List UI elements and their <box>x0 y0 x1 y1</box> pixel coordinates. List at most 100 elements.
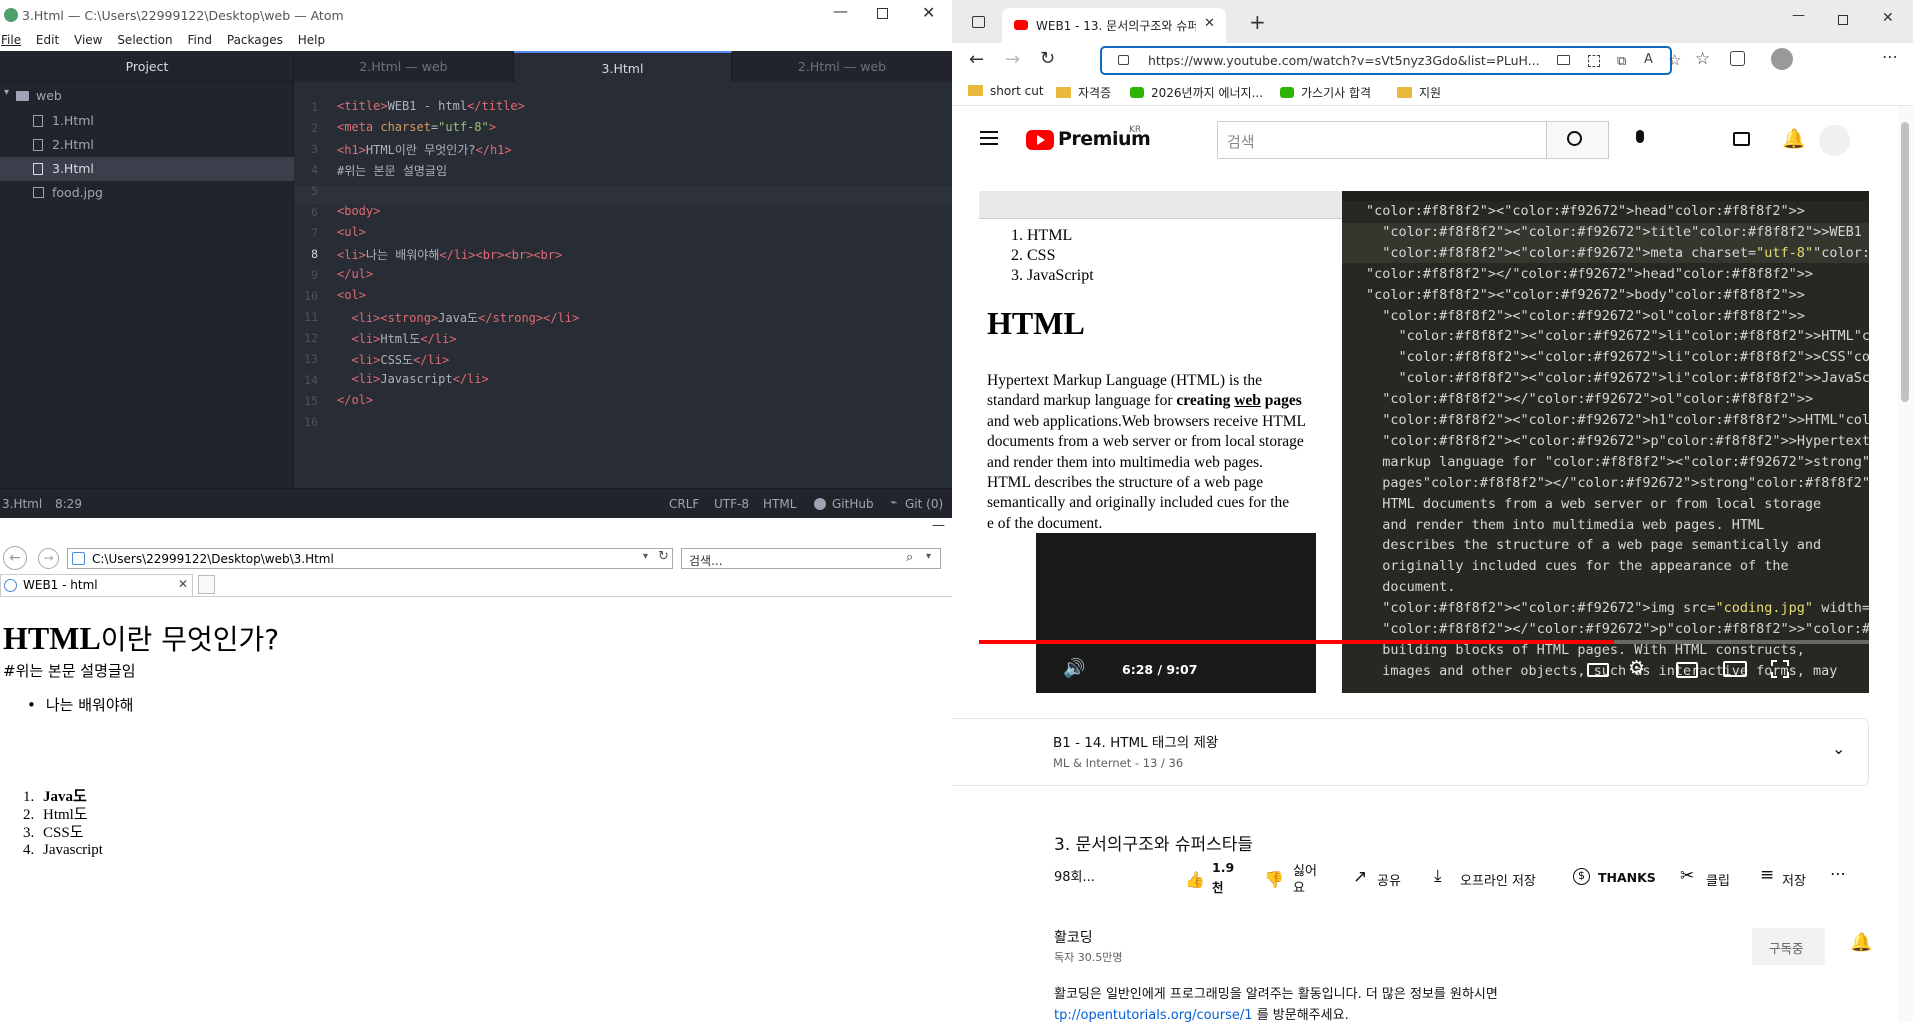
menu-selection[interactable]: Selection <box>117 33 172 47</box>
subtitles-icon[interactable] <box>1587 663 1609 677</box>
tab-close-icon[interactable]: ✕ <box>178 577 188 591</box>
fullscreen-icon[interactable] <box>1771 660 1789 678</box>
tree-item-2html[interactable]: 2.Html <box>0 133 294 157</box>
status-line-ending[interactable]: CRLF <box>669 497 699 511</box>
clip-scissors-icon[interactable]: ✂ <box>1680 866 1694 886</box>
thanks-button[interactable]: THANKS <box>1598 870 1656 885</box>
tab-2html[interactable]: 2.Html — web <box>294 51 514 82</box>
back-arrow-icon[interactable]: ← <box>3 546 27 570</box>
back-arrow-icon[interactable]: ← <box>969 49 984 70</box>
playlist-card[interactable]: B1 - 14. HTML 태그의 제왕 ML & Internet - 13 … <box>952 718 1869 786</box>
scrollbar-thumb[interactable] <box>1901 122 1909 402</box>
dislike-thumb-icon[interactable]: 👎 <box>1264 870 1284 889</box>
create-video-icon[interactable] <box>1733 132 1750 146</box>
miniplayer-icon[interactable] <box>1676 662 1698 678</box>
bookmark-support[interactable]: 지원 <box>1397 84 1441 101</box>
refresh-icon[interactable]: ↻ <box>1040 48 1055 69</box>
save-button[interactable]: 저장 <box>1782 870 1806 889</box>
favorites-icon[interactable]: ☆ <box>1695 49 1710 69</box>
subscribed-button[interactable]: 구독중 <box>1752 928 1825 965</box>
status-file-name[interactable]: 3.Html <box>2 497 42 511</box>
page-scrollbar[interactable] <box>1898 106 1913 1022</box>
close-button[interactable]: ✕ <box>1882 10 1894 26</box>
maximize-button[interactable] <box>877 8 888 19</box>
share-arrow-icon[interactable]: ↗ <box>1353 867 1367 887</box>
save-playlist-icon[interactable]: ≡ <box>1760 865 1774 885</box>
profile-avatar[interactable] <box>1771 48 1793 70</box>
video-progress-track[interactable] <box>979 640 1869 644</box>
tree-item-foodjpg[interactable]: food.jpg <box>0 181 294 205</box>
clip-button[interactable]: 클립 <box>1706 870 1730 889</box>
minimize-button[interactable]: — <box>1792 8 1805 23</box>
menu-edit[interactable]: Edit <box>36 33 59 47</box>
minimize-button[interactable]: — <box>932 518 945 533</box>
tab-youtube-active[interactable]: WEB1 - 13. 문서의구조와 슈퍼스 ✕ <box>1002 8 1226 43</box>
maximize-button[interactable] <box>1838 15 1848 25</box>
tab-web1-html[interactable]: WEB1 - html ✕ <box>0 574 193 596</box>
notifications-bell-icon[interactable]: 🔔 <box>1782 127 1806 150</box>
tab-actions-icon[interactable] <box>972 16 985 28</box>
cast-icon[interactable] <box>1557 55 1570 65</box>
address-bar[interactable]: C:\Users\22999122\Desktop\web\3.Html ▾ ↻ <box>67 548 673 569</box>
thanks-dollar-icon[interactable]: $ <box>1573 868 1590 885</box>
tree-root-folder[interactable]: ▾ web <box>0 85 294 107</box>
status-cursor-position[interactable]: 8:29 <box>55 497 82 511</box>
forward-arrow-icon[interactable]: → <box>1005 49 1020 70</box>
like-thumb-icon[interactable]: 👍 <box>1185 870 1205 889</box>
download-icon[interactable]: ⤓ <box>1434 866 1442 886</box>
favorite-star-icon[interactable]: ☆ <box>1668 51 1681 69</box>
close-button[interactable]: ✕ <box>922 3 935 22</box>
bookmark-short-cut[interactable]: short cut <box>968 84 1044 98</box>
menu-help[interactable]: Help <box>298 33 325 47</box>
chevron-down-icon[interactable]: ⌄ <box>1832 739 1845 758</box>
microphone-icon[interactable] <box>1627 127 1653 153</box>
collections-icon[interactable] <box>1730 51 1745 66</box>
tree-item-3html[interactable]: 3.Html <box>0 157 294 181</box>
menu-packages[interactable]: Packages <box>227 33 283 47</box>
tree-item-1html[interactable]: 1.Html <box>0 109 294 133</box>
bookmark-gas[interactable]: 가스기사 합격 <box>1280 84 1371 101</box>
tab-3html-active[interactable]: 3.Html <box>514 51 732 82</box>
offline-save-button[interactable]: 오프라인 저장 <box>1460 870 1536 889</box>
search-box[interactable]: 검색... ⌕ ▾ <box>681 548 941 569</box>
status-grammar[interactable]: HTML <box>763 497 796 511</box>
dropdown-icon[interactable]: ▾ <box>643 551 648 562</box>
channel-name[interactable]: 활코딩 <box>1054 927 1093 947</box>
description-link[interactable]: tp://opentutorials.org/course/1 <box>1054 1008 1253 1023</box>
youtube-search-input[interactable]: 검색 <box>1217 121 1547 159</box>
youtube-search-button[interactable] <box>1547 121 1609 159</box>
status-git[interactable]: Git (0) <box>905 497 943 511</box>
app-icon[interactable]: ⧉ <box>1617 54 1626 69</box>
new-tab-button[interactable] <box>198 575 215 594</box>
menu-view[interactable]: View <box>74 33 102 47</box>
dropdown-icon[interactable]: ▾ <box>926 551 931 562</box>
tab-close-icon[interactable]: ✕ <box>1204 16 1215 31</box>
share-button[interactable]: 공유 <box>1377 870 1401 889</box>
status-github[interactable]: GitHub <box>832 497 874 511</box>
tab-2html-second[interactable]: 2.Html — web <box>732 51 952 82</box>
volume-icon[interactable]: 🔊 <box>1063 658 1085 679</box>
menu-file[interactable]: File <box>1 33 21 47</box>
account-avatar[interactable] <box>1819 125 1850 156</box>
grid-icon[interactable] <box>1588 55 1600 67</box>
status-encoding[interactable]: UTF-8 <box>714 497 749 511</box>
video-player[interactable]: 1. HTML 2. CSS 3. JavaScript HTML Hypert… <box>979 191 1869 693</box>
refresh-icon[interactable]: ↻ <box>658 549 669 564</box>
forward-arrow-icon[interactable]: → <box>38 548 59 569</box>
notification-bell-icon[interactable]: 🔔 <box>1850 932 1872 953</box>
bookmark-certificate[interactable]: 자격증 <box>1056 84 1111 101</box>
read-aloud-icon[interactable]: A <box>1644 52 1653 67</box>
next-icon[interactable] <box>1019 661 1032 677</box>
search-icon[interactable]: ⌕ <box>906 550 913 565</box>
menu-find[interactable]: Find <box>187 33 212 47</box>
minimize-button[interactable]: — <box>833 2 848 20</box>
dislike-label-line2[interactable]: 요 <box>1293 877 1305 896</box>
bookmark-energy[interactable]: 2026년까지 에너지... <box>1130 84 1263 101</box>
more-menu-icon[interactable]: ⋯ <box>1882 47 1898 66</box>
url-bar[interactable]: https://www.youtube.com/watch?v=sVt5nyz3… <box>1100 46 1681 75</box>
settings-gear-icon[interactable]: ⚙ <box>1628 657 1645 679</box>
play-icon[interactable] <box>982 661 995 677</box>
new-tab-plus-icon[interactable]: + <box>1249 10 1266 34</box>
theater-mode-icon[interactable] <box>1723 661 1747 677</box>
more-actions-icon[interactable]: ⋯ <box>1830 864 1846 883</box>
